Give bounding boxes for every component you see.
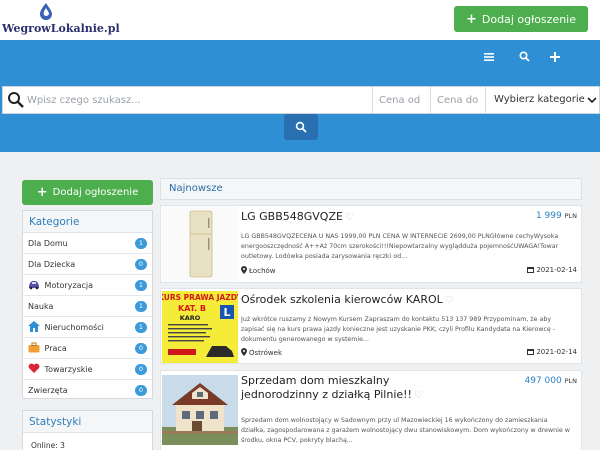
search-icon[interactable] bbox=[516, 50, 532, 66]
category-count-badge: 0 bbox=[135, 364, 147, 375]
location-text: Łochów bbox=[249, 267, 276, 275]
date-text: 2021-02-14 bbox=[536, 348, 577, 356]
category-label: Zwierzęta bbox=[28, 386, 68, 395]
search-icon bbox=[8, 92, 24, 108]
listing-item[interactable]: KURS PRAWA JAZDY KAT. B KARO L Ośrodek s… bbox=[160, 288, 582, 364]
category-select-value: Wybierz kategorie bbox=[494, 94, 585, 105]
listing-description: Sprzedam dom wolnostojący w Sadownym prz… bbox=[241, 417, 570, 444]
category-item-nieruchomosci[interactable]: Nieruchomości 1 bbox=[23, 317, 152, 338]
menu-icon[interactable] bbox=[481, 50, 497, 66]
listing-item[interactable]: LG GBB548GVQZE ♡ 1 999 PLN LG GBB548GVQZE… bbox=[160, 205, 582, 283]
category-item-towarzyskie[interactable]: Towarzyskie 0 bbox=[23, 359, 152, 380]
category-label: Nauka bbox=[28, 302, 54, 311]
statistics-panel: Statystyki Online: 3 bbox=[22, 410, 153, 450]
price-currency: PLN bbox=[564, 212, 577, 220]
favorite-heart-icon[interactable]: ♡ bbox=[445, 294, 454, 308]
location-text: Ostrówek bbox=[249, 349, 282, 357]
heart-icon bbox=[28, 363, 40, 373]
category-item-dla-dziecka[interactable]: Dla Dziecka 0 bbox=[23, 254, 152, 275]
category-count-badge: 0 bbox=[135, 385, 147, 396]
category-select[interactable]: Wybierz kategorie bbox=[485, 87, 600, 113]
listing-title-text: LG GBB548GVQZE bbox=[241, 210, 343, 223]
listing-date: 2021-02-14 bbox=[527, 266, 577, 274]
listing-location: Łochów bbox=[241, 266, 276, 275]
date-text: 2021-02-14 bbox=[536, 266, 577, 274]
listing-title[interactable]: LG GBB548GVQZE ♡ bbox=[241, 210, 456, 225]
favorite-heart-icon[interactable]: ♡ bbox=[414, 389, 423, 403]
newest-header: Najnowsze bbox=[160, 178, 582, 200]
category-count-badge: 0 bbox=[135, 259, 147, 270]
calendar-icon bbox=[527, 267, 535, 273]
category-label: Praca bbox=[44, 344, 67, 353]
listing-thumbnail-house[interactable] bbox=[162, 375, 238, 450]
category-item-motoryzacja[interactable]: Motoryzacja 1 bbox=[23, 275, 152, 296]
listing-title[interactable]: Ośrodek szkolenia kierowców KAROL ♡ bbox=[241, 293, 561, 308]
category-list: Dla Domu 1 Dla Dziecka 0 Motoryzacja 1 N… bbox=[23, 233, 152, 401]
categories-panel: Kategorie Dla Domu 1 Dla Dziecka 0 Motor… bbox=[22, 210, 153, 399]
category-label: Dla Dziecka bbox=[28, 260, 76, 269]
house-icon bbox=[28, 321, 40, 332]
online-count: Online: 3 bbox=[31, 441, 65, 450]
listing-price: 497 000 PLN bbox=[525, 376, 578, 386]
add-listing-button-sidebar[interactable]: + Dodaj ogłoszenie bbox=[22, 180, 153, 205]
search-icon bbox=[295, 121, 307, 133]
price-currency: PLN bbox=[564, 377, 577, 385]
listing-date: 2021-02-14 bbox=[527, 348, 577, 356]
listing-title-text: Ośrodek szkolenia kierowców KAROL bbox=[241, 293, 443, 306]
price-to-input[interactable] bbox=[430, 87, 485, 113]
add-listing-label: Dodaj ogłoszenie bbox=[52, 187, 139, 198]
car-icon bbox=[29, 281, 39, 290]
listing-price: 1 999 PLN bbox=[536, 211, 577, 221]
listing-description: LG GBB548GVQZECENA U NAS 1999,00 PLN CEN… bbox=[241, 233, 559, 260]
calendar-icon bbox=[527, 349, 535, 355]
listing-thumbnail-fridge[interactable] bbox=[162, 206, 238, 282]
plus-icon[interactable] bbox=[547, 50, 563, 66]
plus-icon: + bbox=[465, 11, 477, 27]
plus-icon: + bbox=[36, 185, 48, 200]
listing-item[interactable]: Sprzedam dom mieszkalny jednorodzinny z … bbox=[160, 370, 582, 450]
search-button[interactable] bbox=[284, 114, 318, 140]
price-value: 1 999 bbox=[535, 211, 562, 221]
category-item-nauka[interactable]: Nauka 1 bbox=[23, 296, 152, 317]
price-from-input[interactable] bbox=[372, 87, 430, 113]
listing-thumbnail-driving-school[interactable]: KURS PRAWA JAZDY KAT. B KARO L bbox=[162, 291, 238, 367]
school-badge: L bbox=[223, 306, 230, 319]
top-bar: WegrowLokalnie.pl + Dodaj ogłoszenie bbox=[0, 0, 600, 40]
categories-title: Kategorie bbox=[23, 211, 152, 233]
add-listing-button-top[interactable]: + Dodaj ogłoszenie bbox=[454, 6, 588, 32]
map-marker-icon bbox=[241, 348, 247, 356]
favorite-heart-icon[interactable]: ♡ bbox=[345, 211, 354, 225]
price-value: 497 000 bbox=[524, 376, 562, 386]
category-item-praca[interactable]: Praca 0 bbox=[23, 338, 152, 359]
listing-description: Już wkrótce ruszamy z Nowym Kursem Zapra… bbox=[241, 316, 556, 343]
school-name: KARO bbox=[180, 314, 201, 322]
briefcase-icon bbox=[28, 342, 40, 353]
category-count-badge: 1 bbox=[135, 322, 147, 333]
search-input[interactable] bbox=[27, 88, 371, 112]
listing-location: Ostrówek bbox=[241, 348, 282, 357]
category-label: Towarzyskie bbox=[44, 365, 93, 374]
school-header: KURS PRAWA JAZDY bbox=[162, 293, 238, 302]
search-bar: Wybierz kategorie bbox=[2, 86, 600, 114]
school-category: KAT. B bbox=[178, 304, 206, 313]
add-listing-label: Dodaj ogłoszenie bbox=[481, 12, 577, 26]
category-label: Nieruchomości bbox=[44, 323, 104, 332]
logo-text: WegrowLokalnie.pl bbox=[2, 22, 120, 35]
logo-mark-icon bbox=[40, 3, 52, 20]
category-item-zwierzeta[interactable]: Zwierzęta 0 bbox=[23, 380, 152, 401]
category-count-badge: 1 bbox=[135, 301, 147, 312]
site-logo[interactable]: WegrowLokalnie.pl bbox=[2, 2, 120, 38]
chevron-down-icon bbox=[587, 97, 597, 104]
category-count-badge: 0 bbox=[135, 343, 147, 354]
category-label: Dla Domu bbox=[28, 239, 68, 248]
category-item-dla-domu[interactable]: Dla Domu 1 bbox=[23, 233, 152, 254]
category-label: Motoryzacja bbox=[44, 281, 94, 290]
category-count-badge: 1 bbox=[135, 280, 147, 291]
statistics-title: Statystyki bbox=[23, 411, 152, 433]
map-marker-icon bbox=[241, 266, 247, 274]
category-count-badge: 1 bbox=[135, 238, 147, 249]
listing-title[interactable]: Sprzedam dom mieszkalny jednorodzinny z … bbox=[241, 374, 463, 403]
listing-title-text: Sprzedam dom mieszkalny jednorodzinny z … bbox=[241, 374, 412, 401]
